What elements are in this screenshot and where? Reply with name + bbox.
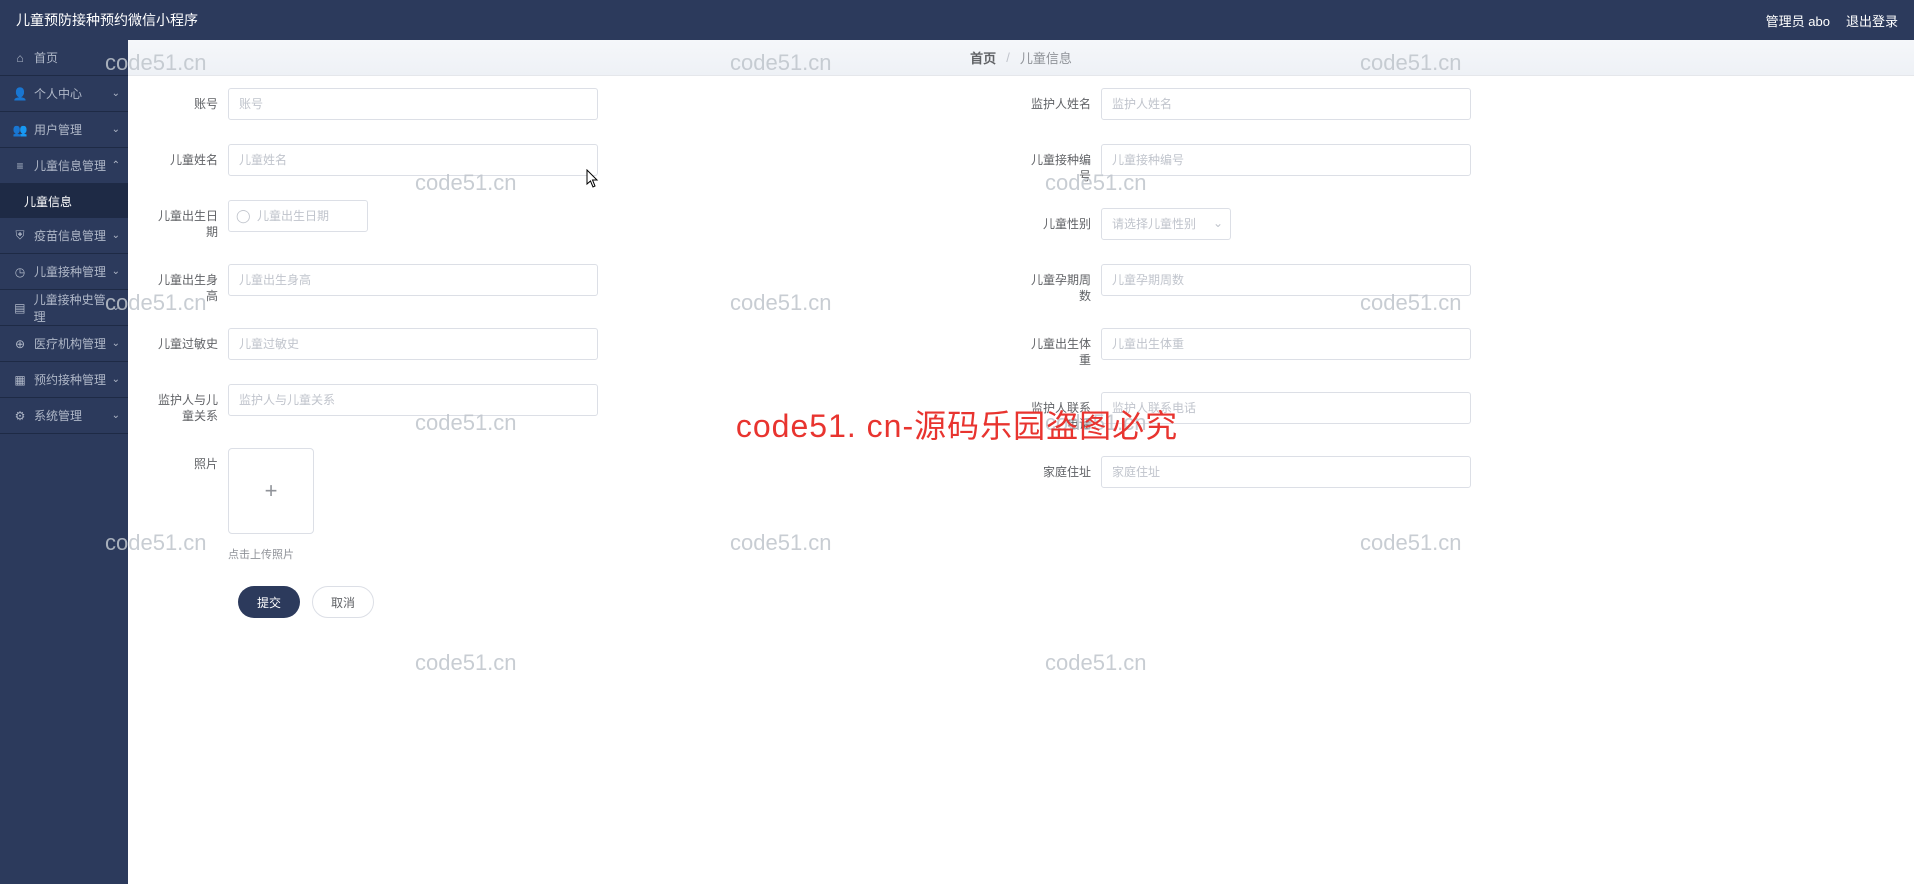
input-birth-height[interactable] <box>228 264 598 296</box>
label-birth-height: 儿童出生身高 <box>148 264 228 304</box>
label-birth-weight: 儿童出生体重 <box>1021 328 1101 368</box>
label-gender: 儿童性别 <box>1021 208 1101 232</box>
top-header: 儿童预防接种预约微信小程序 管理员 abo 退出登录 <box>0 0 1914 40</box>
chevron-down-icon: ⌄ <box>112 124 120 135</box>
sidebar-item-child-info[interactable]: ≡ 儿童信息管理 ⌃ <box>0 148 128 184</box>
label-child-name: 儿童姓名 <box>148 144 228 168</box>
calendar-icon: ▦ <box>12 373 28 387</box>
clock-icon: ◷ <box>12 265 28 279</box>
label-photo: 照片 <box>148 448 228 472</box>
sidebar-item-appointment[interactable]: ▦ 预约接种管理 ⌄ <box>0 362 128 398</box>
input-child-name[interactable] <box>228 144 598 176</box>
sidebar-item-vaccine[interactable]: ⛨ 疫苗信息管理 ⌄ <box>0 218 128 254</box>
chevron-down-icon: ⌄ <box>112 410 120 421</box>
sidebar-item-label: 用户管理 <box>34 121 82 138</box>
main-content: 首页 / 儿童信息 账号 儿童姓名 儿童出生日期 <box>128 40 1914 884</box>
chevron-down-icon: ⌄ <box>112 266 120 277</box>
label-guardian-name: 监护人姓名 <box>1021 88 1101 112</box>
list-icon: ≡ <box>12 159 28 173</box>
upload-photo[interactable]: + <box>228 448 314 534</box>
sidebar-item-inoculation[interactable]: ◷ 儿童接种管理 ⌄ <box>0 254 128 290</box>
chevron-down-icon: ⌄ <box>112 374 120 385</box>
label-allergy: 儿童过敏史 <box>148 328 228 352</box>
sidebar-item-label: 儿童接种史管理 <box>34 291 116 325</box>
sidebar-item-label: 儿童信息管理 <box>34 157 106 174</box>
chevron-down-icon: ⌄ <box>112 302 120 313</box>
chevron-down-icon: ⌄ <box>112 230 120 241</box>
sidebar-item-system[interactable]: ⚙ 系统管理 ⌄ <box>0 398 128 434</box>
shield-icon: ⛨ <box>12 228 28 243</box>
sidebar-subitem-child-info[interactable]: 儿童信息 <box>0 184 128 218</box>
users-icon: 👥 <box>12 123 28 137</box>
globe-icon: ⊕ <box>12 337 28 351</box>
plus-icon: + <box>265 478 278 504</box>
breadcrumb-separator: / <box>1006 50 1010 65</box>
sidebar-item-users[interactable]: 👥 用户管理 ⌄ <box>0 112 128 148</box>
input-guardian-relation[interactable] <box>228 384 598 416</box>
user-icon: 👤 <box>12 87 28 101</box>
breadcrumb-home[interactable]: 首页 <box>970 48 996 67</box>
breadcrumb-current: 儿童信息 <box>1020 48 1072 67</box>
input-guardian-phone[interactable] <box>1101 392 1471 424</box>
sidebar-item-label: 系统管理 <box>34 407 82 424</box>
input-vaccine-no[interactable] <box>1101 144 1471 176</box>
sidebar-item-label: 疫苗信息管理 <box>34 227 106 244</box>
document-icon: ▤ <box>12 301 28 315</box>
breadcrumb: 首页 / 儿童信息 <box>128 40 1914 76</box>
sidebar-item-medical[interactable]: ⊕ 医疗机构管理 ⌄ <box>0 326 128 362</box>
label-vaccine-no: 儿童接种编号 <box>1021 144 1101 184</box>
sidebar: ⌂ 首页 👤 个人中心 ⌄ 👥 用户管理 ⌄ ≡ 儿童信息管理 ⌃ 儿童信息 ⛨… <box>0 40 128 884</box>
input-birth-weight[interactable] <box>1101 328 1471 360</box>
admin-label[interactable]: 管理员 abo <box>1766 11 1830 30</box>
upload-hint: 点击上传照片 <box>228 546 314 562</box>
label-gestation-weeks: 儿童孕期周数 <box>1021 264 1101 304</box>
submit-button[interactable]: 提交 <box>238 586 300 618</box>
sidebar-item-profile[interactable]: 👤 个人中心 ⌄ <box>0 76 128 112</box>
sidebar-item-history[interactable]: ▤ 儿童接种史管理 ⌄ <box>0 290 128 326</box>
sidebar-item-label: 个人中心 <box>34 85 82 102</box>
sidebar-item-label: 预约接种管理 <box>34 371 106 388</box>
sidebar-item-label: 医疗机构管理 <box>34 335 106 352</box>
input-guardian-name[interactable] <box>1101 88 1471 120</box>
input-gestation-weeks[interactable] <box>1101 264 1471 296</box>
chevron-down-icon: ⌄ <box>112 338 120 349</box>
label-birth-date: 儿童出生日期 <box>148 200 228 240</box>
sidebar-item-home[interactable]: ⌂ 首页 <box>0 40 128 76</box>
label-account: 账号 <box>148 88 228 112</box>
calendar-icon: ◯ <box>236 208 251 224</box>
sidebar-item-label: 首页 <box>34 49 58 66</box>
label-address: 家庭住址 <box>1021 456 1101 480</box>
input-allergy[interactable] <box>228 328 598 360</box>
gear-icon: ⚙ <box>12 409 28 423</box>
home-icon: ⌂ <box>12 51 28 65</box>
logout-button[interactable]: 退出登录 <box>1846 11 1898 30</box>
input-address[interactable] <box>1101 456 1471 488</box>
sidebar-subitem-label: 儿童信息 <box>24 193 72 210</box>
chevron-down-icon: ⌄ <box>112 88 120 99</box>
label-guardian-phone: 监护人联系电话 <box>1021 392 1101 432</box>
app-title: 儿童预防接种预约微信小程序 <box>16 10 198 30</box>
label-guardian-relation: 监护人与儿童关系 <box>148 384 228 424</box>
sidebar-item-label: 儿童接种管理 <box>34 263 106 280</box>
select-gender[interactable]: 请选择儿童性别 <box>1101 208 1231 240</box>
input-account[interactable] <box>228 88 598 120</box>
cancel-button[interactable]: 取消 <box>312 586 374 618</box>
chevron-up-icon: ⌃ <box>112 160 120 171</box>
